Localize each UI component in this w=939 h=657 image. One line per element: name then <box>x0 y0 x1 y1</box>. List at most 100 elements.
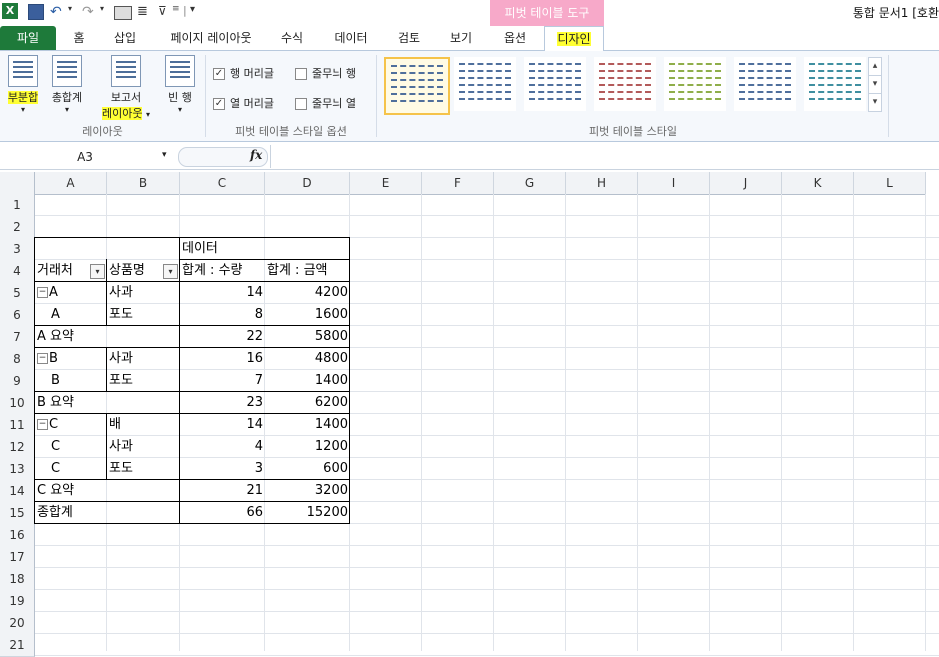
grand-totals-button[interactable]: 총합계 ▾ <box>46 55 88 114</box>
spelling-icon[interactable]: ≣ <box>137 4 148 20</box>
client-name: A <box>51 307 60 322</box>
client-name: C <box>51 439 61 454</box>
row-header-20[interactable]: 20 <box>0 612 35 635</box>
client-filter-dropdown-icon[interactable]: ▾ <box>90 264 105 279</box>
tab-view[interactable]: 보기 <box>440 26 482 50</box>
pivot-style-swatch[interactable] <box>804 57 866 111</box>
redo-icon[interactable]: ↷ <box>82 4 94 20</box>
blank-rows-button[interactable]: 빈 행 ▾ <box>162 55 198 114</box>
row-header-10[interactable]: 10 <box>0 392 35 415</box>
gallery-down-icon[interactable]: ▾ <box>868 75 882 94</box>
sort-filter-icon[interactable]: ⊽ <box>158 4 167 20</box>
tab-formulas[interactable]: 수식 <box>272 26 312 50</box>
row-header-19[interactable]: 19 <box>0 590 35 613</box>
pivot-style-swatch[interactable] <box>524 57 586 111</box>
row-header-5[interactable]: 5 <box>0 282 35 305</box>
swatch-line <box>669 98 721 100</box>
customize-quick-access-icon[interactable]: ▾ <box>190 4 195 20</box>
row-header-6[interactable]: 6 <box>0 304 35 327</box>
name-box-dropdown-icon[interactable]: ▾ <box>162 150 167 160</box>
column-header-e[interactable]: E <box>350 172 422 195</box>
row-header-17[interactable]: 17 <box>0 546 35 569</box>
row-header-4[interactable]: 4 <box>0 260 35 283</box>
collapse-minus-icon[interactable]: − <box>37 353 48 364</box>
subtotals-button[interactable]: 부분합 ▾ <box>2 55 44 114</box>
tab-design[interactable]: 디자인 <box>544 26 604 51</box>
pivot-border <box>106 347 107 391</box>
report-layout-button[interactable]: 보고서 레이아웃 ▾ <box>96 55 156 121</box>
tab-insert[interactable]: 삽입 <box>104 26 146 50</box>
tab-file[interactable]: 파일 <box>0 26 56 50</box>
blank-rows-label: 빈 행 <box>168 91 192 104</box>
row-header-21[interactable]: 21 <box>0 634 35 657</box>
pivot-style-swatch[interactable] <box>594 57 656 111</box>
tab-options[interactable]: 옵션 <box>494 26 536 50</box>
styles-group-label: 피벗 테이블 스타일 <box>589 125 677 138</box>
select-all-corner[interactable] <box>0 172 35 195</box>
row-header-8[interactable]: 8 <box>0 348 35 371</box>
column-header-f[interactable]: F <box>422 172 494 195</box>
row-header-1[interactable]: 1 <box>0 194 35 217</box>
row-headers-checkbox[interactable]: ✓ 행 머리글 <box>213 65 274 81</box>
redo-dropdown-icon[interactable]: ▾ <box>100 4 104 20</box>
collapse-minus-icon[interactable]: − <box>37 287 48 298</box>
pivot-client-cell: − C <box>37 414 105 436</box>
column-headers-check-icon: ✓ <box>213 98 225 110</box>
sum-qty-value: 66 <box>246 505 263 520</box>
swatch-line <box>809 63 861 65</box>
undo-dropdown-icon[interactable]: ▾ <box>68 4 72 20</box>
column-header-i[interactable]: I <box>638 172 710 195</box>
sum-qty-value: 7 <box>254 373 263 388</box>
report-layout-label-1: 보고서 <box>110 91 142 104</box>
tab-data[interactable]: 데이터 <box>326 26 376 50</box>
pivot-style-swatch[interactable] <box>384 57 450 115</box>
row-header-18[interactable]: 18 <box>0 568 35 591</box>
row-header-9[interactable]: 9 <box>0 370 35 393</box>
row-header-2[interactable]: 2 <box>0 216 35 239</box>
product-filter-dropdown-icon[interactable]: ▾ <box>163 264 178 279</box>
row-header-3[interactable]: 3 <box>0 238 35 261</box>
row-header-16[interactable]: 16 <box>0 524 35 547</box>
formula-input[interactable] <box>270 145 939 168</box>
undo-icon[interactable]: ↶ <box>50 4 62 20</box>
pivot-style-swatch[interactable] <box>664 57 726 111</box>
banded-rows-checkbox[interactable]: 줄무늬 행 <box>295 65 356 81</box>
client-name: B <box>49 351 58 366</box>
tab-review[interactable]: 검토 <box>388 26 430 50</box>
column-header-b[interactable]: B <box>107 172 180 195</box>
row-header-11[interactable]: 11 <box>0 414 35 437</box>
save-icon[interactable] <box>28 4 44 20</box>
row-header-14[interactable]: 14 <box>0 480 35 503</box>
gallery-up-icon[interactable]: ▴ <box>868 57 882 76</box>
ribbon: 부분합 ▾ 총합계 ▾ 보고서 레이아웃 ▾ 빈 행 ▾ 레이아웃 ✓ 행 머리글… <box>0 51 939 142</box>
column-headers-checkbox[interactable]: ✓ 열 머리글 <box>213 95 274 111</box>
name-box[interactable]: A3 <box>0 146 170 168</box>
row-header-13[interactable]: 13 <box>0 458 35 481</box>
column-header-l[interactable]: L <box>854 172 926 195</box>
column-header-j[interactable]: J <box>710 172 782 195</box>
collapse-minus-icon[interactable]: − <box>37 419 48 430</box>
banded-columns-checkbox[interactable]: 줄무늬 열 <box>295 95 356 111</box>
column-header-k[interactable]: K <box>782 172 854 195</box>
print-preview-icon[interactable] <box>114 6 132 20</box>
column-header-g[interactable]: G <box>494 172 566 195</box>
row-header-15[interactable]: 15 <box>0 502 35 525</box>
pivot-border <box>34 501 350 502</box>
sum-amount-value: 1400 <box>314 417 348 432</box>
tab-home[interactable]: 홈 <box>62 26 96 50</box>
row-header-12[interactable]: 12 <box>0 436 35 459</box>
grid-vline <box>565 194 566 651</box>
column-header-d[interactable]: D <box>265 172 350 195</box>
column-header-c[interactable]: C <box>180 172 265 195</box>
insert-function-icon[interactable]: fx <box>250 148 262 162</box>
tab-page-layout[interactable]: 페이지 레이아웃 <box>158 26 264 50</box>
product-name: 배 <box>109 417 121 432</box>
column-header-h[interactable]: H <box>566 172 638 195</box>
pivot-style-swatch[interactable] <box>454 57 516 111</box>
product-name: 사과 <box>109 351 133 366</box>
gallery-more-icon[interactable]: ▾ <box>868 93 882 112</box>
pivot-style-swatch[interactable] <box>734 57 796 111</box>
banded-columns-check-icon <box>295 98 307 110</box>
column-header-a[interactable]: A <box>35 172 107 195</box>
row-header-7[interactable]: 7 <box>0 326 35 349</box>
